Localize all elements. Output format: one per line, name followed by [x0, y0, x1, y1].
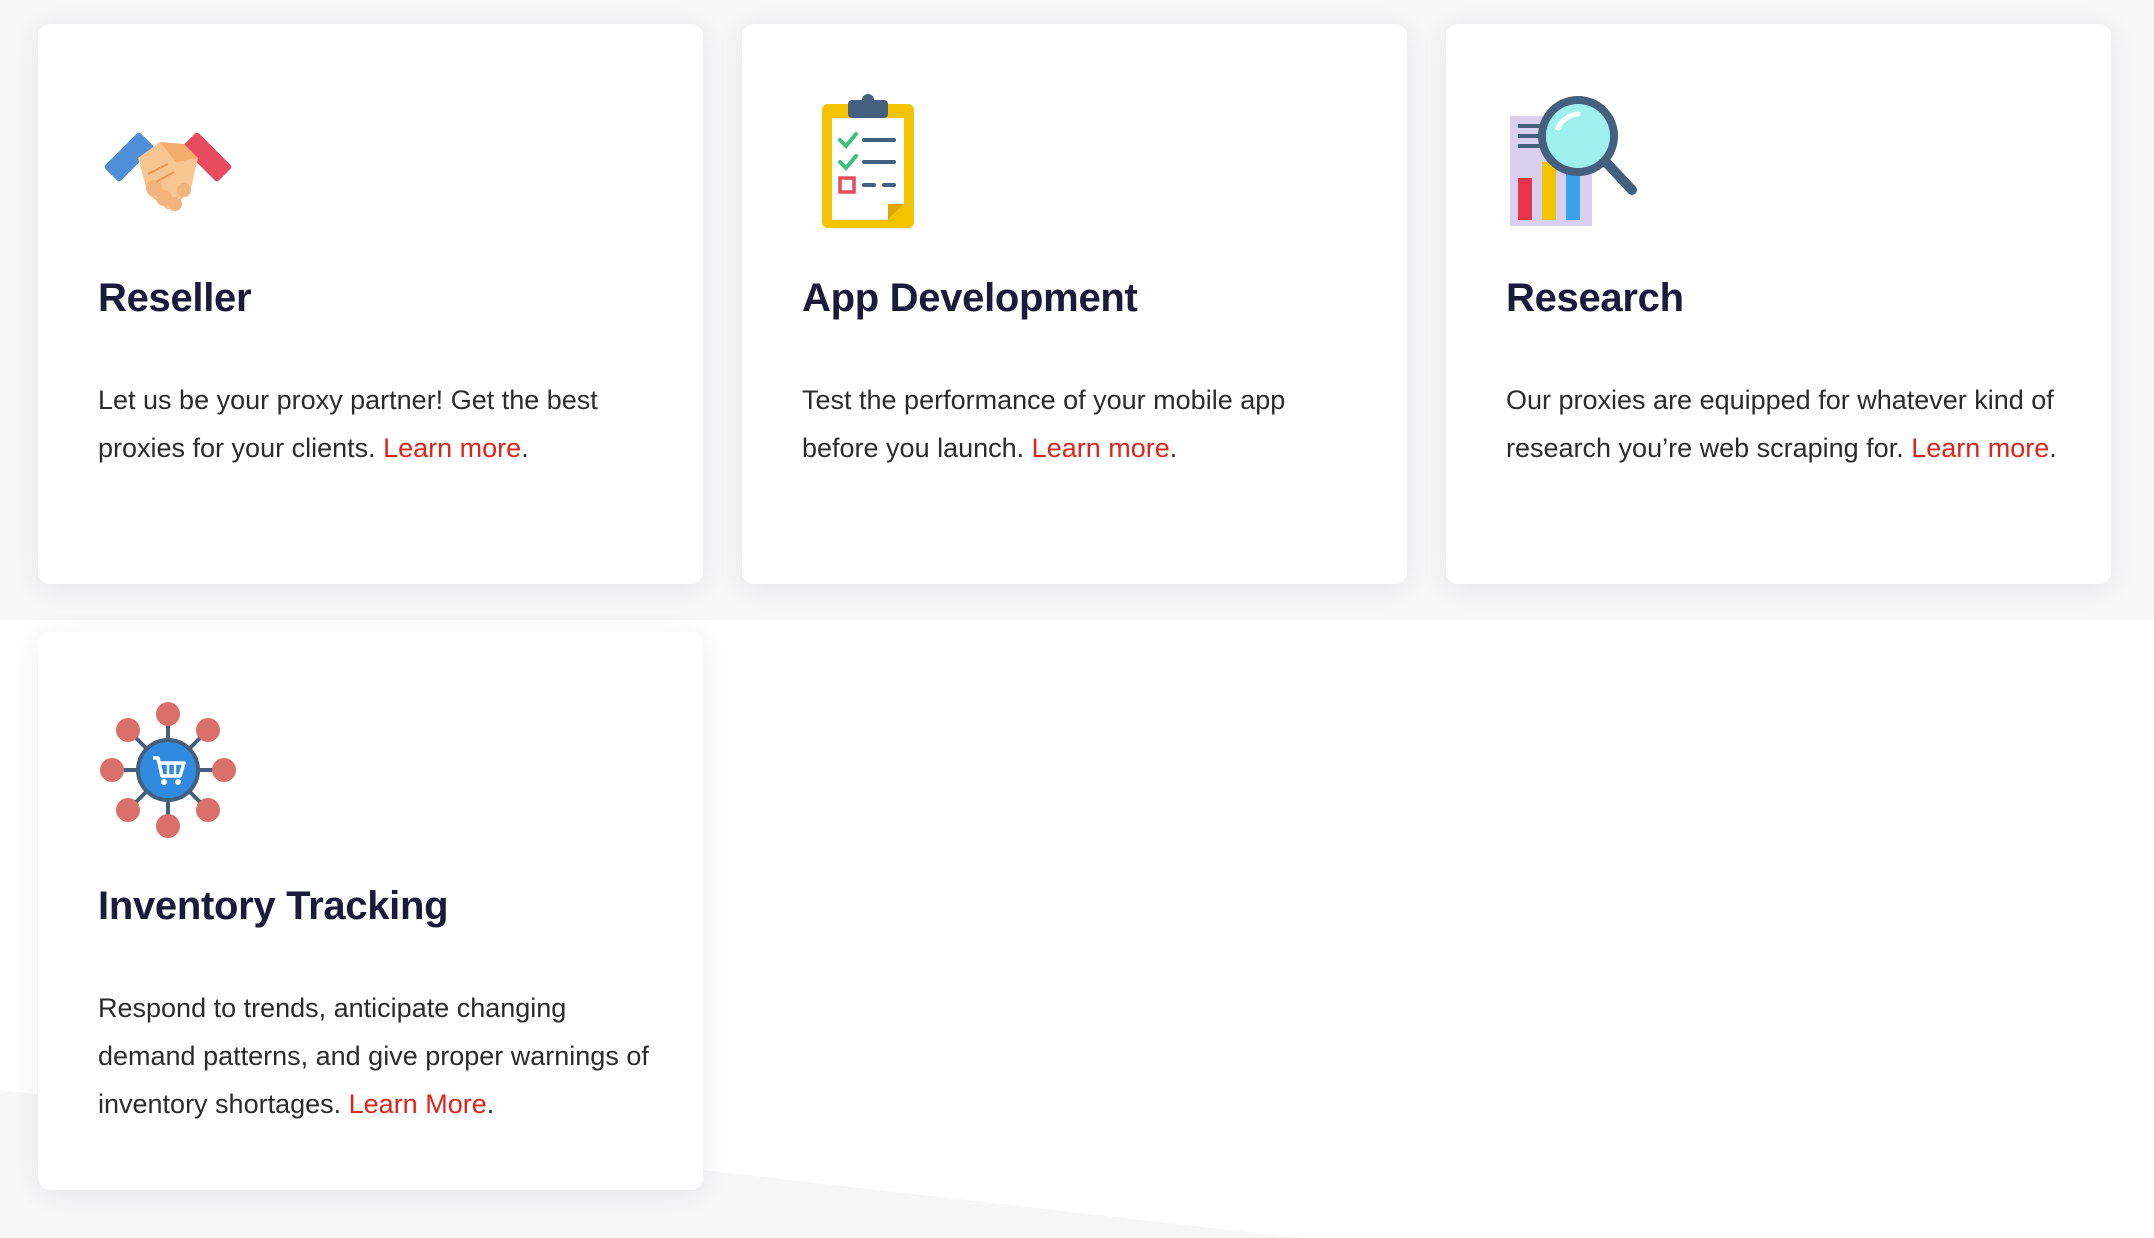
card-app-development: App Development Test the performance of …	[742, 24, 1407, 584]
card-description-suffix: .	[486, 1089, 495, 1119]
card-description: Test the performance of your mobile app …	[802, 376, 1362, 472]
clipboard-checklist-icon	[802, 92, 942, 232]
card-inventory-tracking: Inventory Tracking Respond to trends, an…	[38, 632, 703, 1190]
card-description: Respond to trends, anticipate changing d…	[98, 984, 658, 1128]
handshake-icon	[98, 92, 238, 232]
card-title: App Development	[802, 276, 1138, 320]
magnifier-chart-icon	[1506, 92, 1646, 232]
card-title: Reseller	[98, 276, 252, 320]
card-research: Research Our proxies are equipped for wh…	[1446, 24, 2111, 584]
card-description: Let us be your proxy partner! Get the be…	[98, 376, 658, 472]
card-description: Our proxies are equipped for whatever ki…	[1506, 376, 2066, 472]
cart-network-icon	[98, 700, 238, 840]
learn-more-link[interactable]: Learn more	[383, 433, 521, 463]
card-description-suffix: .	[1169, 433, 1178, 463]
learn-more-link[interactable]: Learn more	[1911, 433, 2049, 463]
card-title: Research	[1506, 276, 1684, 320]
card-description-suffix: .	[2049, 433, 2057, 463]
card-description-suffix: .	[521, 433, 529, 463]
card-reseller: Reseller Let us be your proxy partner! G…	[38, 24, 703, 584]
card-title: Inventory Tracking	[98, 884, 449, 928]
learn-more-link[interactable]: Learn more	[1032, 433, 1170, 463]
learn-more-link[interactable]: Learn More	[349, 1089, 487, 1119]
